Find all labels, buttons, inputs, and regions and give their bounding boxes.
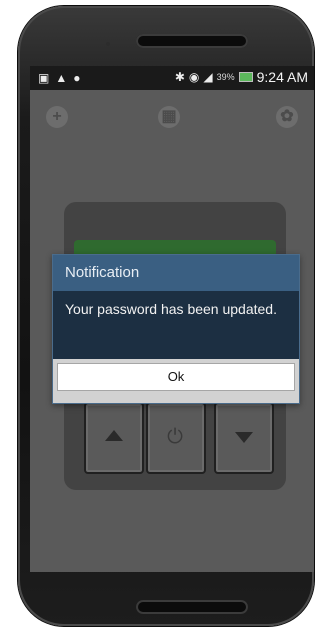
settings-icon[interactable]: ✿	[276, 106, 298, 128]
dialog-message: Your password has been updated.	[53, 291, 299, 359]
battery-percent: 39%	[216, 72, 235, 82]
signal-icon: ◢	[203, 70, 213, 84]
image-icon: ▣	[38, 71, 50, 85]
hangouts-icon: ●	[73, 71, 81, 85]
add-icon[interactable]: +	[46, 106, 68, 128]
arrow-up-icon	[105, 430, 123, 441]
arrow-down-icon	[235, 432, 253, 443]
phone-screen: ▣ ▲ ● ✱ ◉ ◢ 39% 9:24 AM + ▦ ✿ ⏻ Notifica…	[30, 66, 314, 572]
notification-dialog: Notification Your password has been upda…	[52, 254, 300, 404]
dialog-footer: Ok	[53, 359, 299, 403]
wifi-icon: ◉	[188, 70, 200, 84]
up-button[interactable]	[84, 402, 144, 474]
bluetooth-icon: ✱	[174, 70, 185, 84]
battery-icon	[238, 72, 253, 82]
front-camera	[106, 42, 110, 46]
dialog-title: Notification	[53, 255, 299, 291]
warning-icon: ▲	[55, 71, 68, 85]
ok-button[interactable]: Ok	[57, 363, 295, 391]
down-button[interactable]	[214, 402, 274, 474]
status-right-icons: ✱ ◉ ◢ 39% 9:24 AM	[175, 69, 308, 85]
status-time: 9:24 AM	[256, 69, 308, 85]
bottom-speaker	[136, 600, 248, 614]
grid-icon[interactable]: ▦	[158, 106, 180, 128]
earpiece-speaker	[136, 34, 248, 48]
status-left-icons: ▣ ▲ ●	[38, 70, 80, 86]
power-button[interactable]: ⏻	[146, 402, 206, 474]
power-icon: ⏻	[167, 426, 183, 448]
status-bar: ▣ ▲ ● ✱ ◉ ◢ 39% 9:24 AM	[30, 66, 314, 90]
